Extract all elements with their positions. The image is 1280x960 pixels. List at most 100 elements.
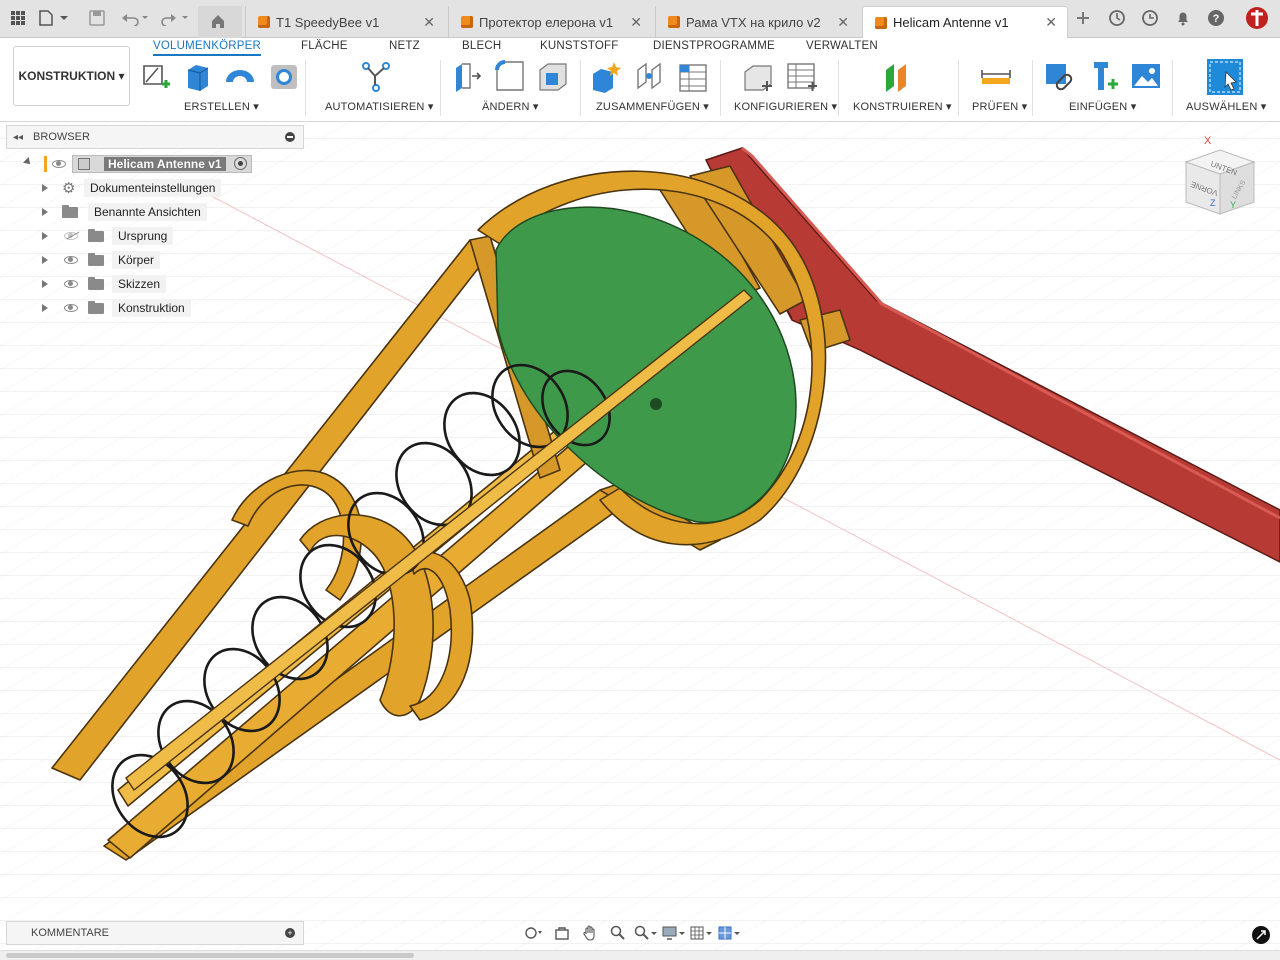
close-tab-icon[interactable]: ✕	[630, 14, 642, 31]
scrollbar-thumb[interactable]	[6, 953, 414, 958]
group-auswaehlen[interactable]: AUSWÄHLEN ▾	[1186, 100, 1266, 113]
expand-root-icon[interactable]	[23, 157, 33, 167]
tab-label: Helicam Antenne v1	[893, 15, 1009, 30]
tab-dienstprogramme[interactable]: DIENSTPROGRAMME	[653, 40, 775, 52]
insert-image-icon[interactable]	[1130, 60, 1162, 94]
create-sketch-icon[interactable]	[140, 60, 172, 94]
folder-icon	[62, 205, 78, 218]
revolve-icon[interactable]	[224, 60, 256, 94]
close-tab-icon[interactable]: ✕	[423, 14, 435, 31]
tab-verwalten[interactable]: VERWALTEN	[806, 40, 878, 52]
configure-icon[interactable]	[742, 60, 774, 94]
tab-protector[interactable]: Протектор елерона v1 ✕	[448, 6, 652, 38]
add-comment-icon[interactable]: +	[285, 928, 295, 938]
expand-icon[interactable]	[42, 304, 48, 312]
group-einfuegen[interactable]: EINFÜGEN ▾	[1069, 100, 1136, 113]
collapse-panel-icon[interactable]: ◂◂	[13, 132, 23, 143]
job-status-icon[interactable]	[1139, 7, 1161, 29]
browser-panel-header: ◂◂ BROWSER	[6, 125, 304, 149]
new-tab-icon[interactable]	[1072, 7, 1094, 29]
select-icon[interactable]	[1206, 58, 1244, 96]
axis-y-label: Y	[1230, 200, 1236, 210]
horizontal-scrollbar[interactable]	[0, 950, 1280, 960]
group-zusammenfuegen[interactable]: ZUSAMMENFÜGEN ▾	[596, 100, 709, 113]
tab-blech[interactable]: BLECH	[462, 40, 501, 52]
save-icon[interactable]	[86, 7, 108, 29]
fillet-icon[interactable]	[494, 60, 526, 94]
zoom-icon[interactable]	[606, 923, 630, 943]
press-pull-icon[interactable]	[452, 60, 484, 94]
home-icon	[210, 13, 226, 32]
3d-viewport[interactable]	[0, 122, 1280, 950]
new-component-icon[interactable]	[590, 60, 622, 94]
group-erstellen[interactable]: ERSTELLEN ▾	[184, 100, 259, 113]
insert-mcmaster-icon[interactable]	[1088, 60, 1120, 94]
group-pruefen[interactable]: PRÜFEN ▾	[972, 100, 1027, 113]
fit-zoom-icon[interactable]	[634, 923, 658, 943]
sync-icon[interactable]	[1106, 7, 1128, 29]
ribbon-separator	[580, 60, 581, 116]
group-automatisieren[interactable]: AUTOMATISIEREN ▾	[325, 100, 434, 113]
gear-icon: ⚙	[62, 180, 76, 197]
viewcube[interactable]: X UNTEN VORNE LINKS Z Y	[1180, 128, 1260, 228]
orbit-icon[interactable]	[522, 923, 546, 943]
fullscreen-toggle-icon[interactable]	[1252, 926, 1270, 944]
undo-icon[interactable]	[118, 7, 152, 29]
help-icon[interactable]: ?	[1205, 7, 1227, 29]
extrude-icon[interactable]	[182, 60, 214, 94]
joint-icon[interactable]	[634, 60, 666, 94]
expand-icon[interactable]	[42, 184, 48, 192]
visibility-eye-icon[interactable]	[52, 160, 66, 168]
display-settings-icon[interactable]	[662, 923, 686, 943]
viewports-icon[interactable]	[718, 923, 742, 943]
tab-helicam-antenne[interactable]: Helicam Antenne v1 ✕	[862, 6, 1068, 38]
tree-item-label: Körper	[112, 251, 161, 269]
tab-t1-speedybee[interactable]: T1 SpeedyBee v1 ✕	[245, 6, 445, 38]
shell-icon[interactable]	[537, 60, 569, 94]
tab-kunststoff[interactable]: KUNSTSTOFF	[540, 40, 618, 52]
home-tab[interactable]	[198, 6, 242, 38]
app-grid-icon[interactable]	[7, 7, 29, 29]
toolbar-ribbon: KONSTRUKTION ▾ VOLUMENKÖRPER FLÄCHE NETZ…	[0, 38, 1280, 122]
table-icon[interactable]	[677, 60, 709, 94]
group-konstruieren[interactable]: KONSTRUIEREN ▾	[853, 100, 952, 113]
tree-root[interactable]: Helicam Antenne v1	[18, 154, 258, 174]
tab-volumenkoerper[interactable]: VOLUMENKÖRPER	[153, 40, 262, 56]
expand-icon[interactable]	[42, 280, 48, 288]
group-konfigurieren[interactable]: KONFIGURIEREN ▾	[734, 100, 837, 113]
look-at-icon[interactable]	[550, 923, 574, 943]
configuration-table-icon[interactable]	[786, 60, 818, 94]
close-tab-icon[interactable]: ✕	[1045, 14, 1057, 31]
workspace-switcher[interactable]: KONSTRUKTION ▾	[13, 46, 130, 106]
tab-flaeche[interactable]: FLÄCHE	[301, 40, 348, 52]
tree-item-label: Dokumenteinstellungen	[84, 179, 222, 197]
user-avatar-icon[interactable]	[1244, 5, 1270, 31]
visibility-eye-icon[interactable]	[64, 304, 78, 312]
group-aendern[interactable]: ÄNDERN ▾	[482, 100, 539, 113]
tab-rama-vtx[interactable]: Рама VTX на крило v2 ✕	[655, 6, 859, 38]
activate-radio-icon[interactable]	[234, 157, 247, 170]
hole-icon[interactable]	[268, 60, 300, 94]
ribbon-separator	[305, 60, 306, 116]
ribbon-separator	[440, 60, 441, 116]
expand-icon[interactable]	[42, 232, 48, 240]
expand-icon[interactable]	[42, 208, 48, 216]
notifications-icon[interactable]	[1172, 7, 1194, 29]
minimize-panel-icon[interactable]	[285, 132, 295, 142]
insert-derive-icon[interactable]	[1044, 60, 1076, 94]
browser-title: BROWSER	[33, 131, 90, 143]
tab-netz[interactable]: NETZ	[389, 40, 420, 52]
automate-icon[interactable]	[360, 60, 392, 94]
visibility-eye-icon[interactable]	[64, 256, 78, 264]
file-menu-icon[interactable]	[36, 7, 70, 29]
measure-icon[interactable]	[980, 60, 1012, 94]
redo-icon[interactable]	[158, 7, 192, 29]
offset-plane-icon[interactable]	[882, 60, 914, 94]
pan-hand-icon[interactable]	[578, 923, 602, 943]
grid-settings-icon[interactable]	[690, 923, 714, 943]
expand-icon[interactable]	[42, 256, 48, 264]
ribbon-separator	[1172, 60, 1173, 116]
close-tab-icon[interactable]: ✕	[837, 14, 849, 31]
visibility-eye-icon[interactable]	[64, 280, 78, 288]
tab-label: Протектор елерона v1	[479, 14, 614, 30]
